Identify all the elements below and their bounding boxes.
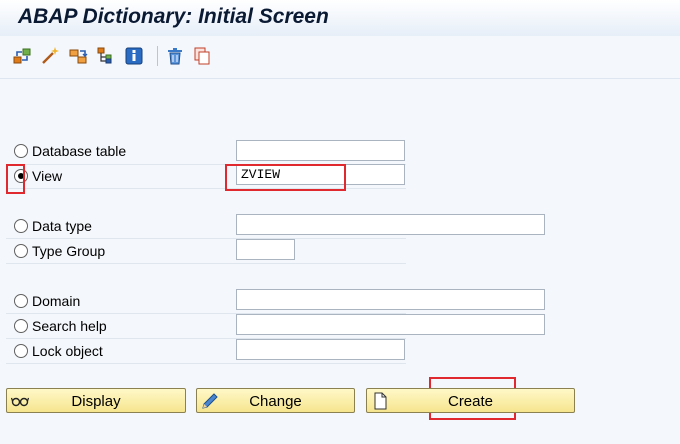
search-help-radio[interactable]	[14, 319, 28, 333]
trash-icon[interactable]	[165, 46, 185, 66]
title-bar: ABAP Dictionary: Initial Screen	[0, 0, 680, 37]
lock-object-field[interactable]	[236, 339, 405, 360]
type-group-label: Type Group	[32, 243, 106, 259]
view-label: View	[32, 168, 63, 184]
transport-icon[interactable]	[68, 46, 88, 66]
display-button-label: Display	[71, 393, 121, 410]
data-type-field[interactable]	[236, 214, 545, 235]
info-icon[interactable]	[124, 46, 144, 66]
change-button-label: Change	[249, 393, 302, 410]
data-type-radio[interactable]	[14, 219, 28, 233]
display-button[interactable]: Display	[6, 388, 186, 413]
database-table-radio[interactable]	[14, 144, 28, 158]
domain-field[interactable]	[236, 289, 545, 310]
application-toolbar	[0, 36, 680, 79]
where-used-icon[interactable]	[12, 46, 32, 66]
change-button[interactable]: Change	[196, 388, 355, 413]
toolbar-separator	[157, 46, 158, 66]
database-table-label: Database table	[32, 143, 127, 159]
view-field[interactable]	[236, 164, 405, 185]
copy-icon[interactable]	[192, 46, 212, 66]
lock-object-label: Lock object	[32, 343, 103, 359]
page-title: ABAP Dictionary: Initial Screen	[18, 5, 329, 28]
hierarchy-icon[interactable]	[96, 46, 116, 66]
create-button[interactable]: Create	[366, 388, 575, 413]
database-table-field[interactable]	[236, 140, 405, 161]
type-group-field[interactable]	[236, 239, 295, 260]
data-type-label: Data type	[32, 218, 92, 234]
magic-wand-icon[interactable]	[40, 46, 60, 66]
lock-object-radio[interactable]	[14, 344, 28, 358]
search-help-label: Search help	[32, 318, 107, 334]
domain-radio[interactable]	[14, 294, 28, 308]
view-radio[interactable]	[14, 169, 28, 183]
domain-label: Domain	[32, 293, 81, 309]
search-help-field[interactable]	[236, 314, 545, 335]
create-button-label: Create	[447, 393, 494, 410]
option-row-type-group: Type Group	[6, 239, 406, 264]
type-group-radio[interactable]	[14, 244, 28, 258]
